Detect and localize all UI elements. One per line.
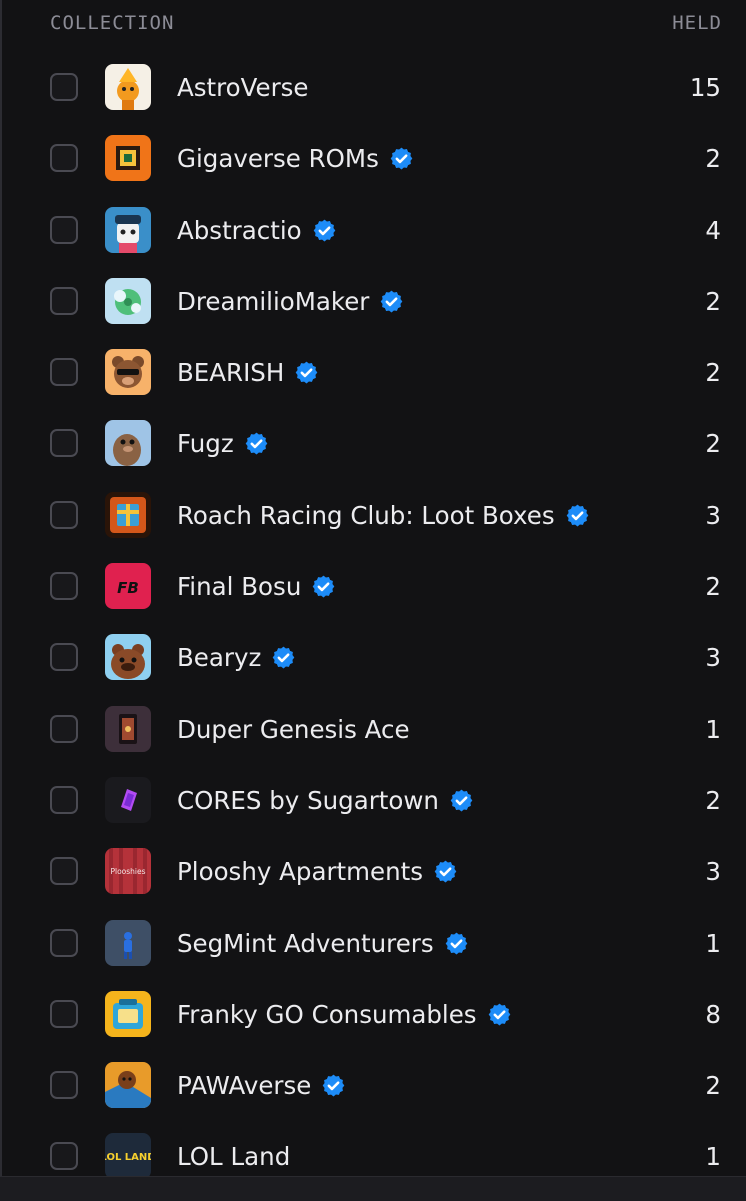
verified-badge-icon	[244, 431, 269, 456]
verified-badge-icon	[379, 289, 404, 314]
row-checkbox[interactable]	[50, 999, 78, 1028]
collection-row[interactable]: CORES by Sugartown 2	[0, 765, 746, 836]
final-bosu-thumb-icon: FB	[105, 563, 151, 610]
dreamiliomaker-thumb-icon	[105, 277, 151, 324]
row-checkbox[interactable]	[50, 1142, 78, 1171]
verified-badge-icon	[312, 218, 337, 243]
held-count: 3	[705, 857, 721, 887]
verified-badge-icon	[565, 503, 590, 528]
bearyz-thumb-icon	[105, 634, 151, 681]
held-count: 3	[705, 500, 721, 530]
collection-row[interactable]: Duper Genesis Ace 1	[0, 694, 746, 765]
row-checkbox[interactable]	[50, 429, 78, 458]
held-count: 2	[705, 429, 721, 459]
held-count: 2	[705, 1071, 721, 1101]
verified-badge-icon	[433, 859, 458, 884]
row-checkbox[interactable]	[50, 144, 78, 173]
collection-row[interactable]: Franky GO Consumables 8	[0, 979, 746, 1050]
held-count: 2	[705, 144, 721, 174]
verified-badge-icon	[321, 1073, 346, 1098]
collection-name: BEARISH	[177, 358, 285, 388]
bearish-thumb-icon	[105, 349, 151, 396]
held-count: 2	[705, 286, 721, 316]
collection-name: SegMint Adventurers	[177, 928, 434, 958]
duper-genesis-thumb-icon	[105, 705, 151, 752]
row-checkbox[interactable]	[50, 286, 78, 315]
held-count: 2	[705, 358, 721, 388]
collection-row[interactable]: Plooshies Plooshy Apartments 3	[0, 836, 746, 907]
collection-row[interactable]: Roach Racing Club: Loot Boxes 3	[0, 480, 746, 551]
held-column-header[interactable]: HELD	[672, 12, 722, 34]
row-checkbox[interactable]	[50, 857, 78, 886]
fugz-thumb-icon	[105, 420, 151, 467]
verified-badge-icon	[449, 788, 474, 813]
row-checkbox[interactable]	[50, 358, 78, 387]
collection-row[interactable]: DreamilioMaker 2	[0, 266, 746, 337]
final-bosu-logo-text: FB	[117, 579, 139, 597]
collection-name: Fugz	[177, 429, 234, 459]
roach-racing-thumb-icon	[105, 491, 151, 538]
collection-name: Duper Genesis Ace	[177, 714, 410, 744]
held-count: 1	[705, 928, 721, 958]
row-checkbox[interactable]	[50, 73, 78, 101]
held-count: 3	[705, 643, 721, 673]
held-count: 4	[705, 215, 721, 245]
collection-row[interactable]: FB Final Bosu 2	[0, 551, 746, 622]
collection-name: PAWAverse	[177, 1071, 312, 1101]
row-checkbox[interactable]	[50, 643, 78, 672]
row-checkbox[interactable]	[50, 785, 78, 814]
franky-go-thumb-icon	[105, 990, 151, 1037]
verified-badge-icon	[311, 574, 336, 599]
collection-name: LOL Land	[177, 1142, 291, 1172]
verified-badge-icon	[294, 360, 319, 385]
verified-badge-icon	[487, 1002, 512, 1027]
held-count: 1	[705, 714, 721, 744]
row-checkbox[interactable]	[50, 500, 78, 529]
lol-land-logo-text: LOL LAND	[105, 1152, 151, 1163]
collection-name: Roach Racing Club: Loot Boxes	[177, 500, 555, 530]
plooshy-thumb-icon: Plooshies	[105, 848, 151, 895]
held-count: 2	[705, 572, 721, 602]
row-checkbox[interactable]	[50, 572, 78, 601]
lol-land-thumb-icon: LOL LAND	[105, 1133, 151, 1180]
collection-name: Abstractio	[177, 215, 302, 245]
abstractio-thumb-icon	[105, 206, 151, 253]
collection-row[interactable]: PAWAverse 2	[0, 1050, 746, 1121]
collection-row[interactable]: BEARISH 2	[0, 337, 746, 408]
collection-row[interactable]: AstroVerse 15	[0, 52, 746, 123]
segmint-thumb-icon	[105, 919, 151, 966]
plooshy-logo-text: Plooshies	[110, 867, 145, 876]
pawaverse-thumb-icon	[105, 1062, 151, 1109]
held-count: 8	[705, 999, 721, 1029]
collection-row[interactable]: Bearyz 3	[0, 622, 746, 693]
gigaverse-roms-thumb-icon	[105, 135, 151, 182]
row-checkbox[interactable]	[50, 928, 78, 957]
bottom-bar	[0, 1176, 746, 1201]
verified-badge-icon	[271, 645, 296, 670]
cores-thumb-icon	[105, 776, 151, 823]
collection-name: Franky GO Consumables	[177, 999, 477, 1029]
collection-name: Plooshy Apartments	[177, 857, 423, 887]
verified-badge-icon	[389, 146, 414, 171]
collection-name: CORES by Sugartown	[177, 785, 439, 815]
collection-row[interactable]: Fugz 2	[0, 408, 746, 479]
collection-row[interactable]: Gigaverse ROMs 2	[0, 123, 746, 194]
astroverse-thumb-icon	[105, 64, 151, 110]
collection-list: AstroVerse 15 Gigaverse ROMs 2 Abstracti…	[0, 52, 746, 1193]
held-count: 2	[705, 785, 721, 815]
row-checkbox[interactable]	[50, 1071, 78, 1100]
collection-name: AstroVerse	[177, 73, 309, 102]
table-header: COLLECTION HELD	[0, 0, 746, 50]
row-checkbox[interactable]	[50, 215, 78, 244]
row-checkbox[interactable]	[50, 714, 78, 743]
verified-badge-icon	[444, 931, 469, 956]
collection-name: DreamilioMaker	[177, 286, 370, 316]
collection-name: Final Bosu	[177, 572, 302, 602]
collection-row[interactable]: Abstractio 4	[0, 195, 746, 266]
collection-name: Bearyz	[177, 643, 262, 673]
held-count: 15	[689, 73, 721, 102]
collection-row[interactable]: SegMint Adventurers 1	[0, 908, 746, 979]
collection-name: Gigaverse ROMs	[177, 144, 379, 174]
collection-column-header[interactable]: COLLECTION	[50, 12, 174, 34]
